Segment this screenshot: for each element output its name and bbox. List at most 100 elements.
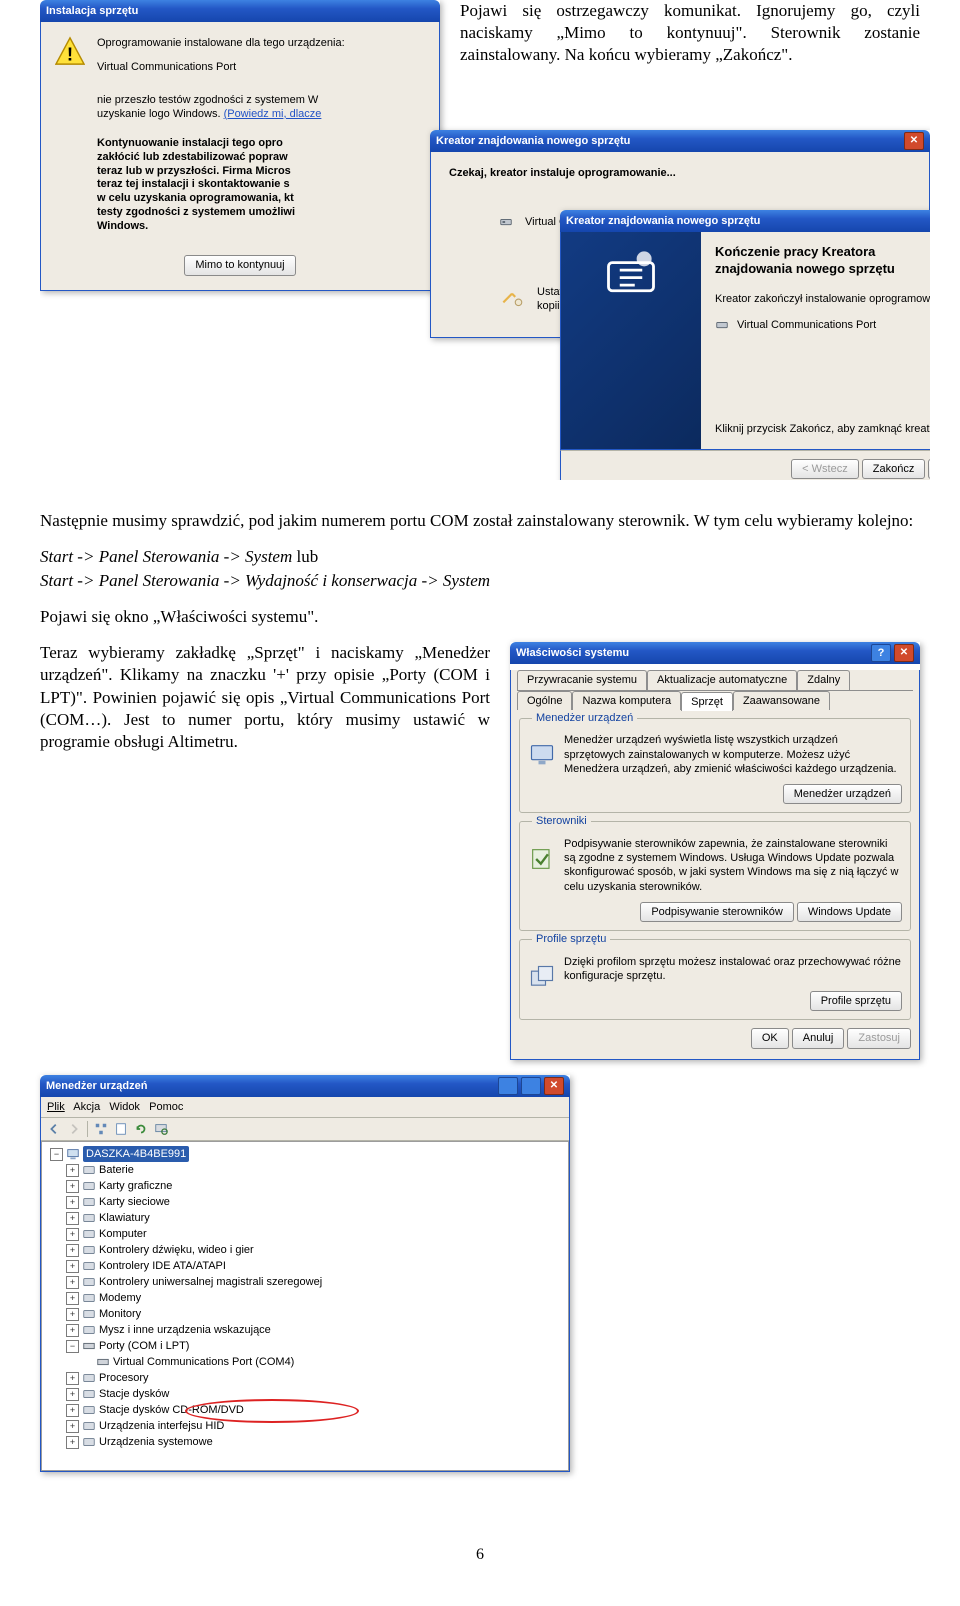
tree-item[interactable]: +Urządzenia interfejsu HID [46,1418,564,1434]
tree-item[interactable]: +Stacje dysków [46,1386,564,1402]
group-devmgr-title: Menedżer urządzeń [532,711,637,725]
device-icon [82,1435,96,1449]
continue-anyway-button[interactable]: Mimo to kontynuuj [184,255,295,275]
expand-icon[interactable]: + [66,1180,79,1193]
tb-tree-icon[interactable] [94,1122,108,1136]
driver-signing-button[interactable]: Podpisywanie sterowników [640,902,793,922]
port-icon [96,1355,110,1369]
hw-install-titlebar: Instalacja sprzętu [40,0,440,22]
tree-item[interactable]: +Modemy [46,1290,564,1306]
tree-item-label: Procesory [99,1370,149,1386]
tab-remote[interactable]: Zdalny [797,670,850,689]
tree-item[interactable]: +Mysz i inne urządzenia wskazujące [46,1322,564,1338]
expand-icon[interactable]: + [66,1388,79,1401]
tab-advanced[interactable]: Zaawansowane [733,691,830,710]
hw-install-b4: teraz tej instalacji i skontaktowanie s [97,178,290,190]
mid-p5: Teraz wybieramy zakładkę „Sprzęt" i naci… [40,642,490,752]
tree-item[interactable]: + Kontrolery IDE ATA/ATAPI [46,1258,564,1274]
close-icon[interactable]: ✕ [544,1077,564,1095]
expand-icon[interactable]: + [66,1404,79,1417]
tab-restore[interactable]: Przywracanie systemu [517,670,647,689]
close-icon[interactable]: ✕ [904,132,924,150]
expand-icon[interactable]: + [66,1260,79,1273]
tree-item-label: Urządzenia systemowe [99,1434,213,1450]
cancel-button[interactable]: Anuluj [792,1028,845,1048]
tree-item-label: Karty graficzne [99,1178,172,1194]
maximize-icon[interactable] [521,1077,541,1095]
tree-item[interactable]: +Karty sieciowe [46,1194,564,1210]
menu-file[interactable]: Plik [47,1101,65,1113]
tb-scan-icon[interactable] [154,1122,168,1136]
close-icon[interactable]: ✕ [894,644,914,662]
ok-button[interactable]: OK [751,1028,789,1048]
expand-icon[interactable]: + [66,1372,79,1385]
tab-name[interactable]: Nazwa komputera [572,691,681,710]
tree-item[interactable]: +Komputer [46,1226,564,1242]
tree-item[interactable]: +Kontrolery dźwięku, wideo i gier [46,1242,564,1258]
expand-icon[interactable]: + [66,1276,79,1289]
collapse-icon[interactable]: − [66,1340,79,1353]
tree-item[interactable]: +Klawiatury [46,1210,564,1226]
minimize-icon[interactable] [498,1077,518,1095]
menu-help[interactable]: Pomoc [149,1101,183,1113]
tree-item-label: Kontrolery IDE ATA/ATAPI [99,1258,226,1274]
device-tree[interactable]: − DASZKA-4B4BE991 + Baterie + Karty graficz… [41,1141,569,1471]
expand-icon[interactable]: + [66,1324,79,1337]
tree-ports[interactable]: Porty (COM i LPT) [99,1338,189,1354]
menu-action[interactable]: Akcja [73,1101,100,1113]
hw-install-device: Virtual Communications Port [97,60,425,74]
hw-install-link[interactable]: (Powiedz mi, dlacze [224,108,322,120]
windows-update-button[interactable]: Windows Update [797,902,902,922]
device-icon [82,1195,96,1209]
wizard-side-graphic [561,232,701,449]
tree-item[interactable]: + Baterie [46,1162,564,1178]
expand-icon[interactable]: + [66,1212,79,1225]
system-properties-title: Właściwości systemu [516,646,629,660]
expand-icon[interactable]: + [66,1292,79,1305]
hw-install-b7: Windows. [97,220,148,232]
tree-item[interactable]: +Kontrolery uniwersalnej magistrali szer… [46,1274,564,1290]
expand-icon[interactable]: + [66,1244,79,1257]
finish-button[interactable]: Zakończ [862,459,926,479]
wizard-finish-device: Virtual Communications Port [737,318,876,332]
tab-hardware[interactable]: Sprzęt [681,692,733,711]
group-profiles-text: Dzięki profilom sprzętu możesz instalowa… [564,955,902,984]
device-icon [82,1323,96,1337]
wizard-installing-wait: Czekaj, kreator instaluje oprogramowanie… [449,166,911,180]
wizard-finish-dialog: Kreator znajdowania nowego sprzętu ✕ Koń… [560,210,930,480]
tb-back-icon[interactable] [47,1122,61,1136]
group-devmgr-text: Menedżer urządzeń wyświetla listę wszyst… [564,733,902,776]
collapse-icon[interactable]: − [50,1148,63,1161]
device-icon [82,1211,96,1225]
tab-updates[interactable]: Aktualizacje automatyczne [647,670,797,689]
expand-icon[interactable]: + [66,1308,79,1321]
wizard-finish-title: Kreator znajdowania nowego sprzętu [566,214,760,228]
tree-item[interactable]: + Karty graficzne [46,1178,564,1194]
device-icon [82,1387,96,1401]
expand-icon[interactable]: + [66,1420,79,1433]
hw-install-dialog: Instalacja sprzętu ! Oprogramowanie inst… [40,0,440,291]
expand-icon[interactable]: + [66,1436,79,1449]
tree-item[interactable]: + Procesory [46,1370,564,1386]
menu-view[interactable]: Widok [109,1101,140,1113]
expand-icon[interactable]: + [66,1164,79,1177]
tb-refresh-icon[interactable] [134,1122,148,1136]
help-icon[interactable]: ? [871,644,891,662]
tab-general[interactable]: Ogólne [517,691,572,710]
hw-profiles-button[interactable]: Profile sprzętu [810,991,902,1011]
hw-install-b1: Kontynuowanie instalacji tego opro [97,137,283,149]
tree-item[interactable]: +Stacje dysków CD-ROM/DVD [46,1402,564,1418]
tree-item[interactable]: +Monitory [46,1306,564,1322]
device-manager-button[interactable]: Menedżer urządzeń [783,784,902,804]
device-icon [82,1275,96,1289]
hw-install-l4: uzyskanie logo Windows. [97,108,224,120]
tree-item[interactable]: + Urządzenia systemowe [46,1434,564,1450]
tree-vcp-item[interactable]: Virtual Communications Port (COM4) [113,1354,294,1370]
hw-install-l3: nie przeszło testów zgodności z systemem… [97,94,318,106]
wizard-finish-h1: Kończenie pracy Kreatora [715,244,875,259]
expand-icon[interactable]: + [66,1196,79,1209]
tb-props-icon[interactable] [114,1122,128,1136]
tree-root[interactable]: DASZKA-4B4BE991 [83,1146,189,1162]
tree-item-label: Baterie [99,1162,134,1178]
expand-icon[interactable]: + [66,1228,79,1241]
